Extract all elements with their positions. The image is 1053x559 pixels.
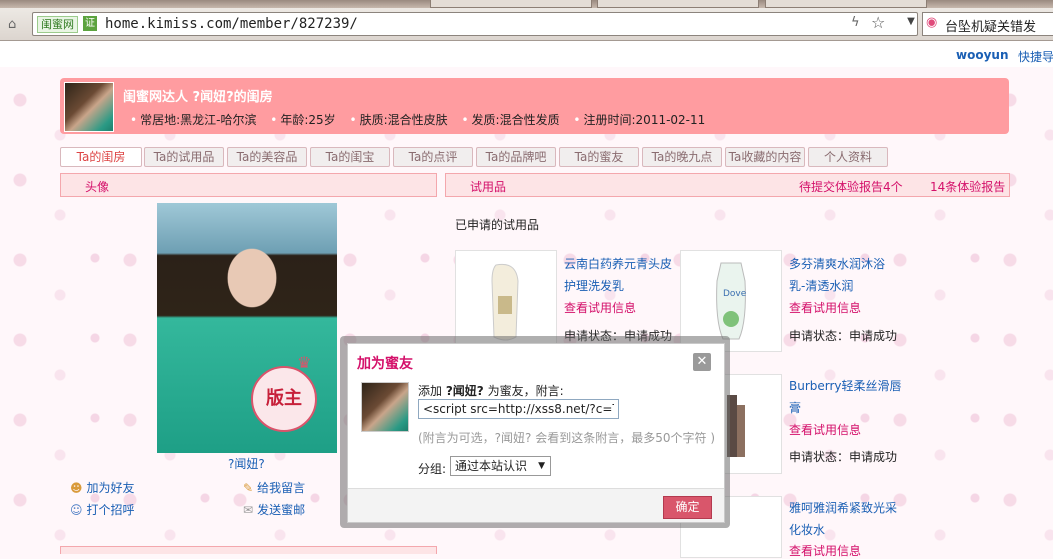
product-name-link[interactable]: 护理洗发乳 (564, 277, 624, 294)
leave-message-label[interactable]: 给我留言 (257, 481, 305, 495)
dialog-title: 加为蜜友 (357, 356, 413, 372)
message-input[interactable] (418, 399, 619, 419)
view-trial-info-link[interactable]: 查看试用信息 (789, 421, 861, 438)
group-selected-value[interactable]: 通过本站认识 (455, 459, 527, 473)
browser-toolbar: ⌂ 闺蜜网 证 home.kimiss.com/member/827239/ ϟ… (0, 8, 1053, 41)
pencil-icon: ✎ (243, 481, 254, 495)
product-name-link[interactable]: 乳-清透水润 (789, 277, 853, 294)
profile-header: 闺蜜网达人 ?闻妞?的闺房 常居地:黑龙江-哈尔滨 年龄:25岁 肤质:混合性皮… (60, 78, 1009, 134)
quick-nav-link[interactable]: 快捷导 (1018, 48, 1053, 65)
add-prefix: 添加 (418, 384, 443, 398)
lightning-icon[interactable]: ϟ (851, 15, 860, 30)
add-friend-button[interactable]: ☻ 加为好友 (70, 479, 135, 496)
trials-section-bar: 试用品 待提交体验报告4个 14条体验报告 (445, 173, 1010, 197)
certificate-icon[interactable]: 证 (83, 16, 97, 31)
close-icon[interactable]: ✕ (693, 353, 711, 371)
view-trial-info-link[interactable]: 查看试用信息 (564, 299, 636, 316)
page-icon: ⌂ (8, 17, 17, 32)
group-label: 分组: (418, 462, 447, 476)
profile-registered: 注册时间:2011-02-11 (573, 113, 705, 127)
avatar[interactable] (64, 82, 114, 132)
browser-tab[interactable] (597, 0, 759, 8)
greet-button[interactable]: ☺ 打个招呼 (70, 501, 135, 518)
trials-section-title: 试用品 (470, 180, 507, 194)
chevron-down-icon[interactable]: ▼ (538, 457, 545, 475)
wave-icon: ☺ (70, 503, 83, 517)
tab-reviews[interactable]: Ta的点评 (393, 147, 473, 167)
profile-location: 常居地:黑龙江-哈尔滨 (130, 113, 256, 127)
tab-treasure[interactable]: Ta的闺宝 (310, 147, 390, 167)
profile-age: 年龄:25岁 (270, 113, 335, 127)
moderator-badge: 版主 (251, 366, 317, 432)
profile-photo[interactable]: ♛ 版主 (157, 203, 337, 453)
avatar-section-bar: 头像 (60, 173, 437, 197)
avatar (361, 382, 409, 432)
leave-message-button[interactable]: ✎ 给我留言 (243, 479, 305, 496)
envelope-icon: ✉ (243, 503, 254, 517)
pending-reports-link[interactable]: 待提交体验报告4个 (799, 178, 903, 195)
product-name-link[interactable]: Burberry轻柔丝滑唇 (789, 377, 902, 394)
product-name-link[interactable]: 云南白药养元青头皮 (564, 255, 672, 272)
add-friend-dialog: 加为蜜友 ✕ 添加 ?闻妞? 为蜜友，附言: (附言为可选，?闻妞? 会看到这条… (347, 343, 725, 523)
add-suffix: 为蜜友，附言: (487, 384, 564, 398)
trial-status: 申请状态：申请成功 (789, 450, 898, 464)
site-userbar: wooyun 快捷导 (0, 41, 1053, 67)
browser-tab[interactable] (765, 0, 927, 8)
svg-text:Dove: Dove (723, 289, 747, 299)
ok-button[interactable]: 确定 (663, 496, 712, 519)
product-name-link[interactable]: 雅呵雅润希紧致光采 (789, 499, 897, 516)
add-friend-label[interactable]: 加为好友 (87, 481, 135, 495)
url-dropdown-button[interactable]: ▼ (903, 12, 919, 32)
view-trial-info-link[interactable]: 查看试用信息 (789, 542, 861, 559)
send-message-button[interactable]: ✉ 发送蜜邮 (243, 501, 305, 518)
profile-title: 闺蜜网达人 ?闻妞?的闺房 (123, 90, 273, 105)
product-name-link[interactable]: 膏 (789, 399, 801, 416)
trial-status: 申请状态：申请成功 (789, 329, 898, 343)
profile-meta: 常居地:黑龙江-哈尔滨 年龄:25岁 肤质:混合性皮肤 发质:混合性发质 注册时… (130, 111, 715, 128)
send-message-label[interactable]: 发送蜜邮 (257, 503, 305, 517)
profile-skin: 肤质:混合性皮肤 (350, 113, 448, 127)
profile-hair: 发质:混合性发质 (461, 113, 559, 127)
friends-icon: ☻ (70, 481, 83, 495)
avatar-section-title: 头像 (85, 180, 110, 194)
bookmark-star-icon[interactable]: ☆ (871, 13, 885, 32)
dialog-add-line: 添加 ?闻妞? 为蜜友，附言: (418, 382, 564, 399)
search-text[interactable]: 台坠机疑关错发 (945, 16, 1036, 35)
product-name-link[interactable]: 化妆水 (789, 521, 825, 538)
reports-count-link[interactable]: 14条体验报告 (930, 178, 1005, 195)
tab-nine-pm[interactable]: Ta的晚九点 (642, 147, 722, 167)
product-name-link[interactable]: 多芬清爽水润沐浴 (789, 255, 885, 272)
username-link[interactable]: wooyun (956, 48, 1008, 62)
browser-tab[interactable] (430, 0, 592, 8)
search-engine-icon[interactable]: ◉ (926, 15, 937, 30)
site-identity-badge[interactable]: 闺蜜网 (37, 16, 78, 33)
applied-trials-title: 已申请的试用品 (455, 218, 540, 232)
address-bar[interactable]: 闺蜜网 证 home.kimiss.com/member/827239/ ϟ ☆ (32, 12, 918, 36)
search-box[interactable]: ◉ 台坠机疑关错发 (922, 12, 1053, 36)
tab-brand[interactable]: Ta的品牌吧 (476, 147, 556, 167)
message-hint: (附言为可选，?闻妞? 会看到这条附言，最多50个字符 ) (418, 431, 716, 445)
group-select[interactable]: 通过本站认识 ▼ (450, 456, 551, 476)
url-text[interactable]: home.kimiss.com/member/827239/ (105, 16, 358, 32)
friend-name: ?闻妞? (445, 384, 484, 398)
tab-friends[interactable]: Ta的蜜友 (559, 147, 639, 167)
tab-home[interactable]: Ta的闺房 (60, 147, 142, 167)
photo-caption[interactable]: ?闻妞? (228, 455, 265, 472)
tab-profile[interactable]: 个人资料 (808, 147, 888, 167)
tab-trials[interactable]: Ta的试用品 (144, 147, 224, 167)
greet-label[interactable]: 打个招呼 (87, 503, 135, 517)
tab-beauty[interactable]: Ta的美容品 (227, 147, 307, 167)
view-trial-info-link[interactable]: 查看试用信息 (789, 299, 861, 316)
tab-favorites[interactable]: Ta收藏的内容 (725, 147, 805, 167)
profile-tabs: Ta的闺房 Ta的试用品 Ta的美容品 Ta的闺宝 Ta的点评 Ta的品牌吧 T… (60, 147, 1010, 167)
